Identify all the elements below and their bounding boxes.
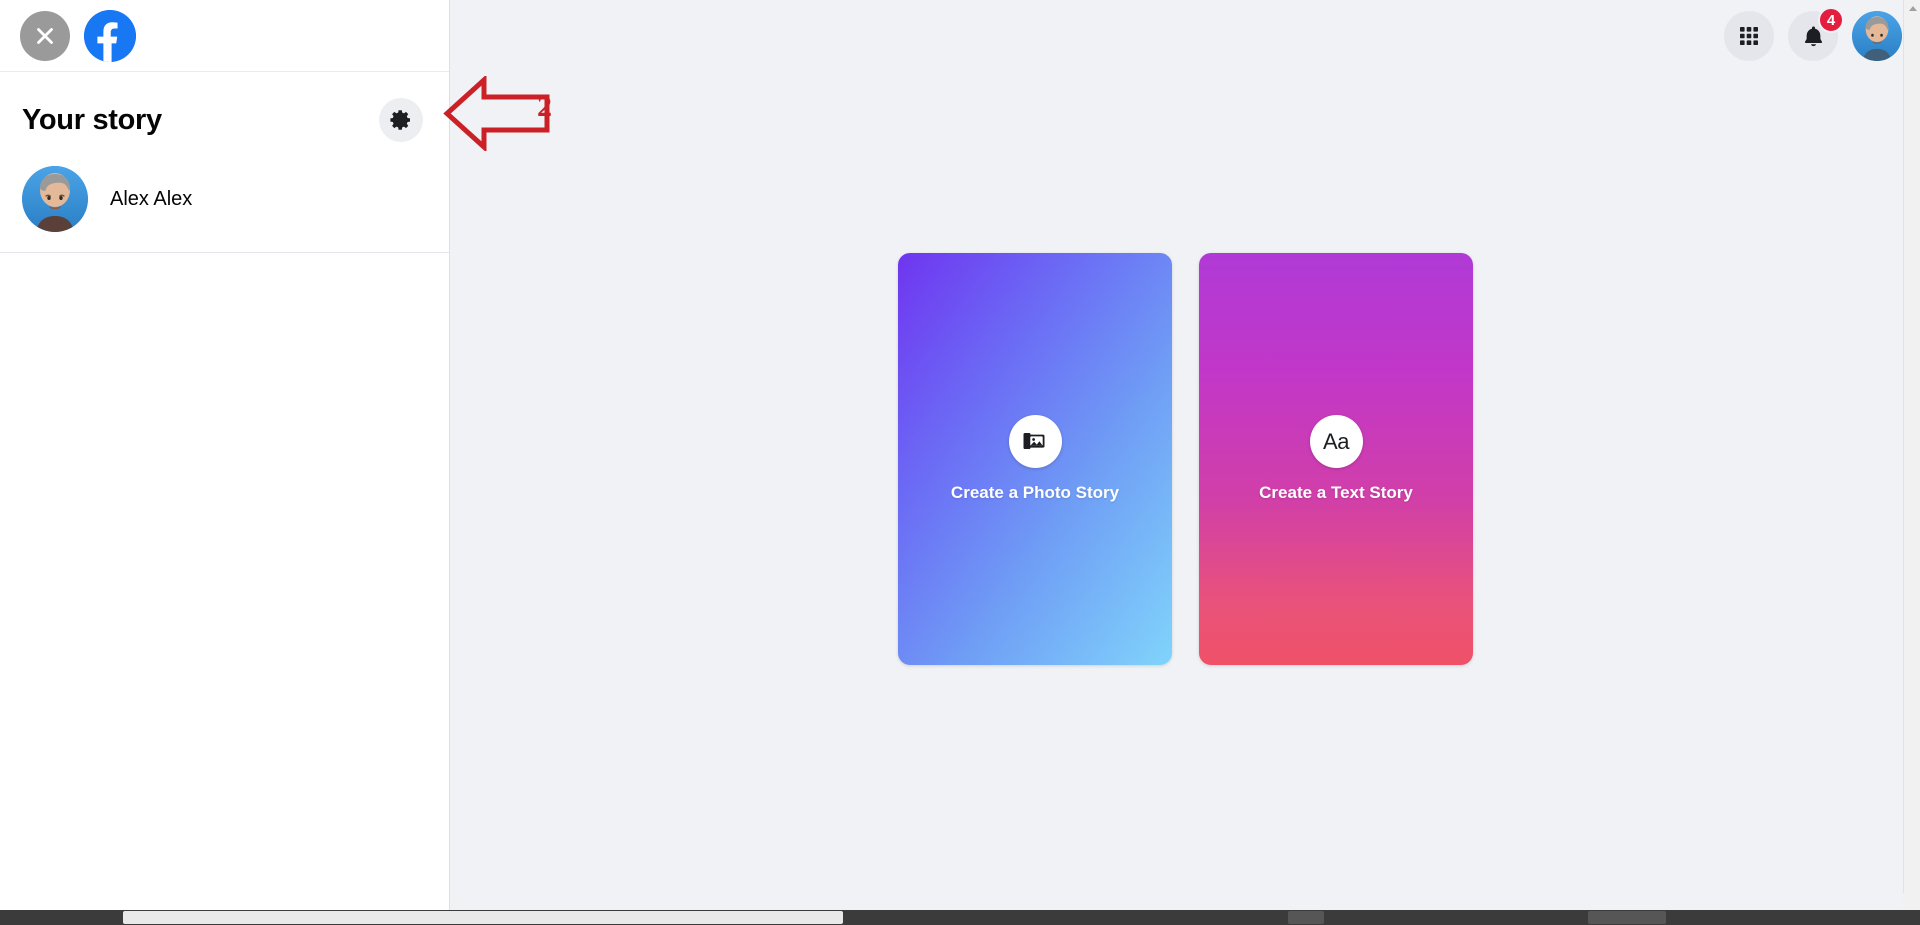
sidebar-topbar xyxy=(0,0,449,72)
notifications-button[interactable]: 4 xyxy=(1788,7,1844,61)
hscroll-segment-b xyxy=(1588,911,1666,924)
hscroll-segment-a xyxy=(1288,911,1324,924)
notification-badge: 4 xyxy=(1818,7,1844,33)
vertical-scrollbar[interactable] xyxy=(1903,0,1920,910)
user-name: Alex Alex xyxy=(110,187,193,210)
scroll-up-button[interactable] xyxy=(1904,0,1920,17)
photo-gallery-icon xyxy=(1023,432,1045,449)
settings-gear-button[interactable] xyxy=(379,98,423,142)
photo-story-label: Create a Photo Story xyxy=(950,483,1120,502)
create-text-story-card[interactable]: Aa Create a Text Story xyxy=(1199,253,1473,665)
story-sidebar: Your story Alex Alex xyxy=(0,0,450,910)
close-x-icon xyxy=(37,27,53,44)
story-header: Your story xyxy=(0,72,449,150)
facebook-logo-icon xyxy=(84,9,136,62)
account-avatar-button[interactable] xyxy=(1852,11,1902,61)
avatar xyxy=(22,166,88,232)
close-button[interactable] xyxy=(20,10,70,61)
create-photo-story-card[interactable]: Create a Photo Story xyxy=(898,253,1172,665)
facebook-logo-button[interactable] xyxy=(84,9,136,62)
chevron-up-icon xyxy=(1908,6,1917,11)
story-user-row[interactable]: Alex Alex xyxy=(0,150,449,252)
grid-apps-icon xyxy=(1740,27,1758,45)
main-content: Create a Photo Story Aa Create a Text St… xyxy=(451,0,1920,910)
story-type-cards: Create a Photo Story Aa Create a Text St… xyxy=(451,253,1920,665)
horizontal-scroll-thumb[interactable] xyxy=(123,911,843,924)
page-title: Your story xyxy=(22,103,162,136)
sidebar-divider xyxy=(0,252,449,253)
header-actions: 4 xyxy=(1724,0,1902,72)
text-aa-icon: Aa xyxy=(1323,428,1349,454)
scrollbar-corner xyxy=(1903,893,1920,910)
apps-grid-button[interactable] xyxy=(1724,11,1774,61)
gear-icon xyxy=(390,110,410,130)
annotation-step-number: 2 xyxy=(537,90,552,123)
horizontal-scrollbar[interactable] xyxy=(0,910,1920,925)
app-root: Your story Alex Alex 4 Create a Photo St… xyxy=(0,0,1920,925)
text-story-label: Create a Text Story xyxy=(1259,483,1413,502)
avatar-icon xyxy=(1852,11,1902,61)
text-story-icon-wrap: Aa xyxy=(1309,415,1363,468)
photo-story-icon-wrap xyxy=(1008,415,1062,468)
user-avatar-icon xyxy=(22,166,88,232)
